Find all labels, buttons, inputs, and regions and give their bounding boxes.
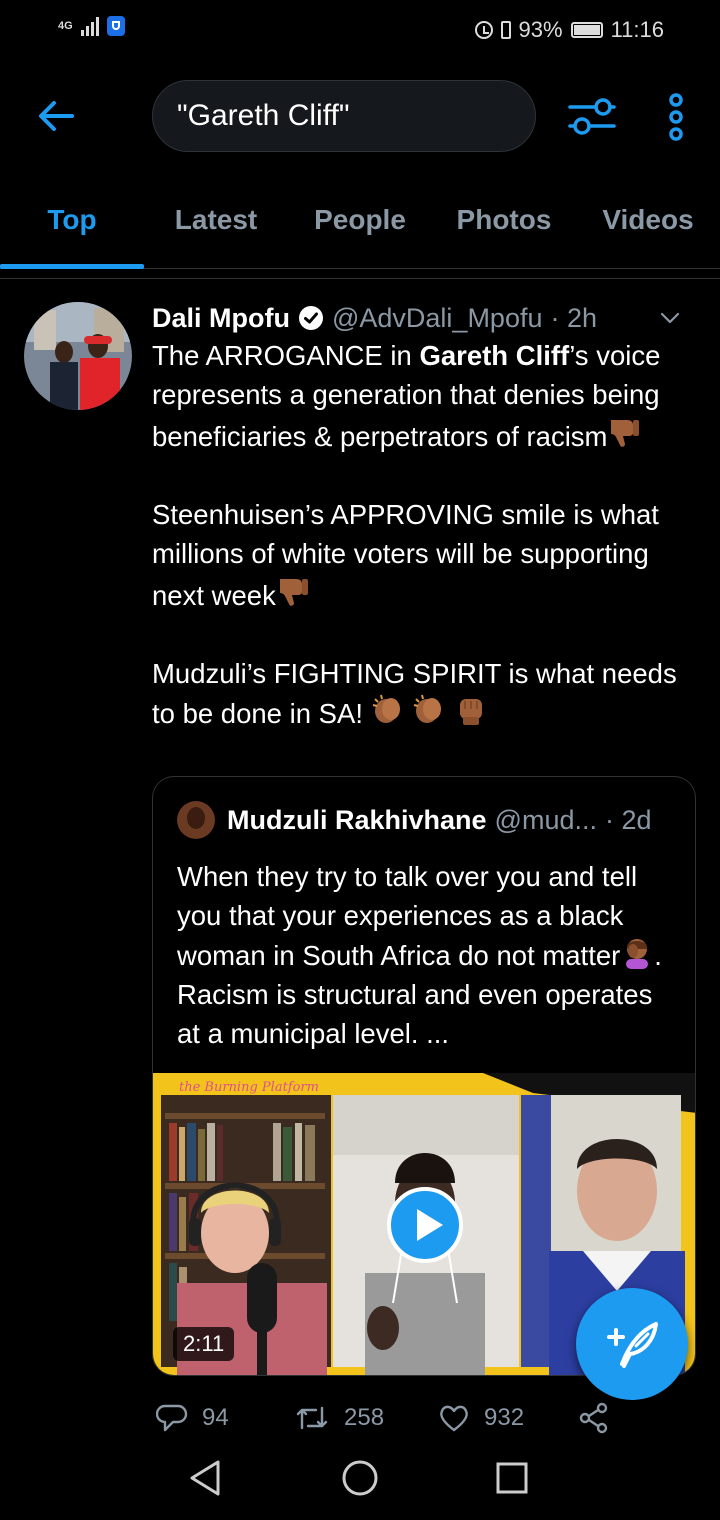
search-field[interactable] [152, 80, 536, 152]
alarm-icon [474, 21, 493, 39]
search-tabs: Top Latest People Photos Videos [0, 172, 720, 269]
quoted-tweet-header: Mudzuli Rakhivhane @mud... · 2d [177, 801, 652, 839]
share-icon [579, 1402, 608, 1434]
sliders-icon [568, 98, 616, 135]
clapping-hands-emoji-icon [414, 694, 442, 723]
arrow-left-icon [39, 101, 74, 131]
status-right: 93% 11:16 [474, 17, 664, 43]
tab-videos[interactable]: Videos [576, 172, 720, 268]
quoted-tweet-text: When they try to talk over you and tell … [177, 857, 677, 1053]
avatar-image [24, 302, 132, 410]
reply-button[interactable]: 94 [156, 1396, 229, 1440]
tweet-text-part: Steenhuisen’s APPROVING smile is what mi… [152, 499, 659, 611]
tab-top[interactable]: Top [0, 172, 144, 268]
chevron-down-icon[interactable] [660, 308, 680, 328]
nav-home-button[interactable] [338, 1456, 382, 1500]
divider [0, 278, 720, 279]
woman-facepalming-emoji-icon [626, 939, 649, 969]
author-avatar[interactable] [24, 302, 132, 410]
tweet-text: The ARROGANCE in Gareth Cliff’s voice re… [152, 336, 697, 733]
highlighted-term: Gareth Cliff [419, 340, 570, 371]
quoted-author-name: Mudzuli Rakhivhane [227, 804, 487, 835]
more-vertical-icon [669, 93, 683, 141]
active-tab-indicator [0, 264, 144, 269]
tab-latest[interactable]: Latest [144, 172, 288, 268]
thumbs-down-emoji-icon [611, 420, 640, 447]
status-left: 4G [58, 16, 125, 36]
compose-tweet-button[interactable] [576, 1288, 688, 1400]
triangle-back-icon [190, 1460, 220, 1496]
verified-badge-icon [298, 306, 323, 330]
nav-recents-button[interactable] [490, 1456, 534, 1500]
tweet-paragraph-2: Steenhuisen’s APPROVING smile is what mi… [152, 495, 697, 615]
heart-icon [440, 1405, 468, 1432]
retweet-count: 258 [344, 1404, 385, 1431]
tweet-time: · 2h [550, 302, 598, 333]
quoted-tweet-time: · 2d [604, 804, 652, 835]
video-logo: the Burning Platform [179, 1080, 319, 1095]
clock: 11:16 [610, 17, 664, 42]
raised-fist-emoji-icon [459, 699, 482, 725]
status-bar: 4G 93% 11:16 [0, 0, 720, 62]
author-handle[interactable]: @AdvDali_Mpofu [332, 303, 543, 334]
quoted-author-avatar [177, 801, 215, 839]
reply-count: 94 [202, 1404, 229, 1431]
tweet-header: Dali Mpofu @AdvDali_Mpofu · 2h [152, 298, 692, 338]
thumbs-down-emoji-icon [279, 579, 308, 606]
network-type: 4G [58, 20, 73, 32]
quoted-text-part: When they try to talk over you and tell … [177, 861, 638, 971]
vibrate-icon [500, 21, 511, 39]
tab-people[interactable]: People [288, 172, 432, 268]
tweet-text-part: The ARROGANCE in [152, 340, 420, 371]
like-count: 932 [484, 1404, 525, 1431]
share-button[interactable] [578, 1396, 610, 1440]
author-name[interactable]: Dali Mpofu [152, 303, 290, 334]
search-input[interactable] [177, 81, 517, 151]
shield-icon [106, 16, 125, 36]
tab-photos[interactable]: Photos [432, 172, 576, 268]
back-button[interactable] [32, 92, 80, 140]
square-recents-icon [496, 1462, 528, 1494]
circle-home-icon [342, 1460, 378, 1496]
search-header [0, 62, 720, 172]
signal-icon [80, 16, 99, 36]
compose-tweet-icon [607, 1322, 658, 1368]
quoted-tweet-card[interactable]: Mudzuli Rakhivhane @mud... · 2d When the… [152, 776, 696, 1376]
tweet-paragraph-3: Mudzuli’s FIGHTING SPIRIT is what needs … [152, 654, 697, 733]
reply-icon [156, 1404, 188, 1432]
like-button[interactable]: 932 [438, 1396, 524, 1440]
quoted-author-handle: @mud... [494, 804, 597, 835]
system-navigation-bar [0, 1436, 720, 1520]
clapping-hands-emoji-icon [372, 694, 400, 723]
tweet-actions: 94 258 932 [152, 1396, 632, 1440]
more-options-button[interactable] [660, 92, 692, 144]
battery-icon [570, 22, 603, 38]
video-duration: 2:11 [173, 1327, 235, 1361]
play-button[interactable] [387, 1187, 463, 1263]
search-filter-button[interactable] [566, 92, 618, 140]
retweet-button[interactable]: 258 [294, 1396, 384, 1440]
battery-percent: 93% [518, 17, 563, 42]
retweet-icon [296, 1406, 328, 1430]
nav-back-button[interactable] [184, 1456, 228, 1500]
tweet-paragraph-1: The ARROGANCE in Gareth Cliff’s voice re… [152, 336, 697, 456]
